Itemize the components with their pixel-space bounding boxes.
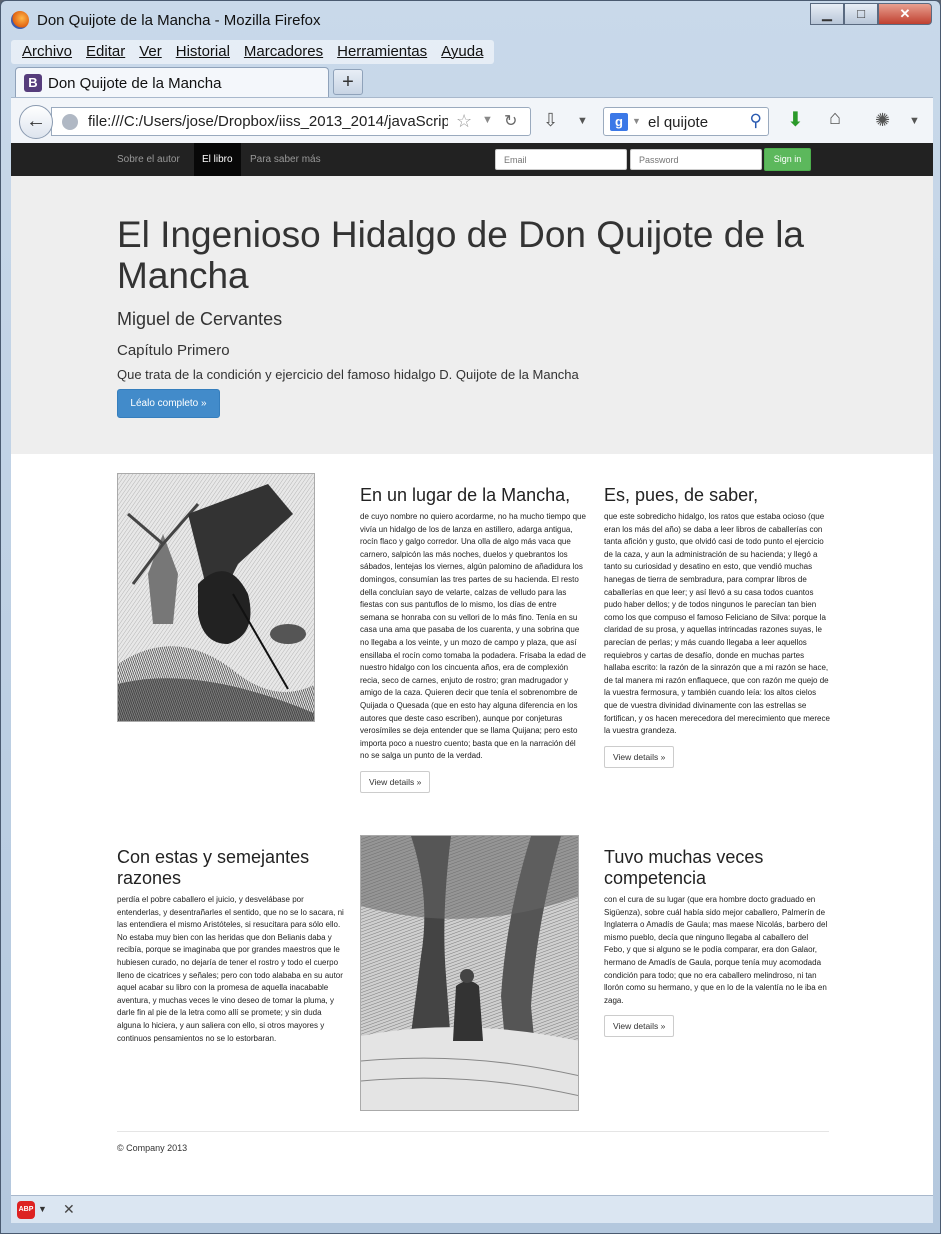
footer-divider: [117, 1131, 829, 1132]
read-full-button[interactable]: Léalo completo »: [117, 389, 220, 418]
title-bar: Don Quijote de la Mancha - Mozilla Firef…: [1, 1, 940, 41]
site-navbar: Sobre el autor El libro Para saber más S…: [11, 143, 933, 176]
view-details-button[interactable]: View details »: [604, 745, 675, 768]
reload-icon[interactable]: ↻: [504, 111, 517, 131]
chapter-summary: Que trata de la condición y ejercicio de…: [117, 367, 579, 382]
sign-in-button[interactable]: Sign in: [764, 148, 811, 171]
nav-el-libro[interactable]: El libro: [194, 143, 241, 176]
navigation-toolbar: file:///C:/Users/jose/Dropbox/iiss_2013_…: [11, 97, 933, 143]
extension-icon[interactable]: ✺: [875, 110, 890, 131]
close-addon-bar-icon[interactable]: ✕: [63, 1201, 75, 1218]
bootstrap-favicon-icon: B: [24, 74, 42, 92]
forest-stream-engraving: [360, 835, 579, 1111]
section-text: de cuyo nombre no quiero acordarme, no h…: [360, 512, 586, 761]
section-heading: Es, pues, de saber,: [604, 485, 759, 505]
engine-dropdown-icon[interactable]: ▼: [632, 116, 641, 126]
addon-bar: ABP ▼ ✕: [11, 1195, 933, 1223]
adblock-dropdown-icon[interactable]: ▼: [38, 1204, 47, 1214]
section-heading: Con estas y semejantes razones: [117, 847, 310, 888]
browser-window: Don Quijote de la Mancha - Mozilla Firef…: [0, 0, 941, 1234]
adblock-plus-icon[interactable]: ABP: [17, 1201, 35, 1219]
menu-historial[interactable]: Historial: [169, 40, 237, 64]
section-heading: Tuvo muchas veces competencia: [604, 847, 764, 888]
section-es-pues-de-saber: Es, pues, de saber, que este sobredicho …: [604, 485, 830, 768]
section-text: perdía el pobre caballero el juicio, y d…: [117, 895, 344, 1043]
globe-icon: [62, 114, 78, 130]
section-text: que este sobredicho hidalgo, los ratos q…: [604, 512, 830, 736]
nav-para-saber-mas[interactable]: Para saber más: [242, 143, 329, 176]
close-button[interactable]: ✕: [878, 3, 932, 25]
back-button[interactable]: ←: [19, 105, 53, 139]
email-field[interactable]: [495, 149, 627, 170]
menu-herramientas[interactable]: Herramientas: [330, 40, 434, 64]
nav-sobre-el-autor[interactable]: Sobre el autor: [109, 143, 188, 176]
tab-label: Don Quijote de la Mancha: [48, 75, 222, 92]
google-search-engine-icon[interactable]: g: [610, 113, 628, 131]
search-bar[interactable]: g ▼ ⚲: [603, 107, 769, 136]
search-input[interactable]: [648, 112, 738, 132]
footer-copyright: © Company 2013: [117, 1143, 188, 1153]
page-title: El Ingenioso Hidalgo de Don Quijote de l…: [117, 214, 805, 296]
section-heading: En un lugar de la Mancha,: [360, 485, 571, 505]
section-tuvo-competencia: Tuvo muchas veces competencia con el cur…: [604, 847, 830, 1038]
bookmark-star-icon[interactable]: ☆: [456, 111, 472, 132]
view-details-button[interactable]: View details »: [604, 1015, 675, 1038]
menu-bar: Archivo Editar Ver Historial Marcadores …: [11, 40, 495, 64]
section-text: con el cura de su lugar (que era hombre …: [604, 895, 828, 1005]
tab-bar: B Don Quijote de la Mancha +: [11, 65, 931, 97]
new-tab-button[interactable]: +: [333, 69, 363, 95]
firefox-icon: [11, 11, 29, 29]
url-bar[interactable]: file:///C:/Users/jose/Dropbox/iiss_2013_…: [51, 107, 531, 136]
minimize-button[interactable]: ▁: [810, 3, 844, 25]
section-con-estas-razones: Con estas y semejantes razones perdía el…: [117, 847, 347, 1045]
chapter-title: Capítulo Primero: [117, 342, 230, 359]
page-viewport: Sobre el autor El libro Para saber más S…: [11, 143, 933, 1195]
download-disabled-icon[interactable]: ⇩: [543, 110, 558, 131]
download-icon[interactable]: ⬇: [787, 107, 804, 132]
view-details-button[interactable]: View details »: [360, 770, 431, 793]
quixote-windmill-engraving: [117, 473, 315, 722]
history-dropdown-icon[interactable]: ▼: [482, 114, 493, 126]
search-icon[interactable]: ⚲: [750, 111, 762, 131]
jumbotron: El Ingenioso Hidalgo de Don Quijote de l…: [11, 176, 933, 454]
menu-ayuda[interactable]: Ayuda: [434, 40, 490, 64]
menu-archivo[interactable]: Archivo: [15, 40, 79, 64]
url-text[interactable]: file:///C:/Users/jose/Dropbox/iiss_2013_…: [88, 113, 448, 130]
menu-marcadores[interactable]: Marcadores: [237, 40, 330, 64]
menu-dropdown-icon[interactable]: ▼: [909, 115, 920, 127]
password-field[interactable]: [630, 149, 762, 170]
maximize-button[interactable]: □: [844, 3, 878, 25]
section-en-un-lugar: En un lugar de la Mancha, de cuyo nombre…: [360, 485, 586, 793]
author-name: Miguel de Cervantes: [117, 309, 283, 329]
menu-ver[interactable]: Ver: [132, 40, 169, 64]
toolbar-dropdown-icon[interactable]: ▼: [577, 115, 588, 127]
window-title: Don Quijote de la Mancha - Mozilla Firef…: [37, 12, 321, 29]
tab-don-quijote[interactable]: B Don Quijote de la Mancha: [15, 67, 329, 97]
menu-editar[interactable]: Editar: [79, 40, 132, 64]
home-icon[interactable]: ⌂: [829, 107, 841, 130]
